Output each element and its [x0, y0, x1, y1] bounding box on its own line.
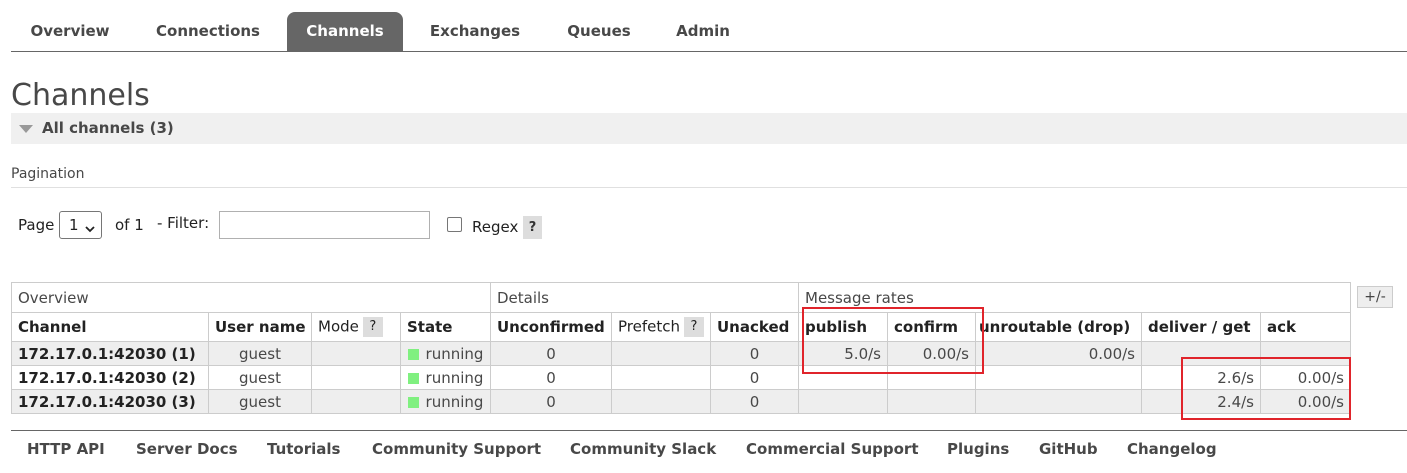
user-name-cell: guest: [208, 341, 312, 366]
ack-rate-cell: 0.00/s: [1260, 365, 1351, 390]
footer-link-tutorials[interactable]: Tutorials: [267, 440, 340, 458]
col-publish[interactable]: publish: [798, 312, 888, 342]
state-label: running: [425, 368, 484, 387]
col-unroutable[interactable]: unroutable (drop): [975, 312, 1142, 342]
unacked-cell: 0: [710, 389, 799, 414]
ack-rate-cell: [1260, 341, 1351, 366]
state-cell: running: [400, 389, 491, 414]
publish-rate-cell: [798, 365, 888, 390]
tab-channels[interactable]: Channels: [287, 12, 403, 51]
unconfirmed-cell: 0: [490, 341, 612, 366]
confirm-rate-cell: [887, 365, 976, 390]
regex-label: Regex: [472, 218, 519, 236]
unacked-cell: 0: [710, 341, 799, 366]
tab-connections[interactable]: Connections: [143, 12, 273, 51]
footer-link-commercial-support[interactable]: Commercial Support: [746, 440, 919, 458]
col-prefetch[interactable]: Prefetch?: [611, 312, 711, 342]
col-mode[interactable]: Mode?: [311, 312, 401, 342]
col-mode-label: Mode: [318, 317, 359, 336]
channel-link[interactable]: 172.17.0.1:42030 (1): [11, 341, 209, 366]
top-nav: Overview Connections Channels Exchanges …: [11, 12, 1407, 52]
table-row: 172.17.0.1:42030 (2) guest running 0 0 2…: [11, 365, 1351, 390]
page-of-label: of 1: [115, 216, 144, 234]
prefetch-cell: [611, 365, 711, 390]
state-cell: running: [400, 365, 491, 390]
table-row: 172.17.0.1:42030 (1) guest running 0 0 5…: [11, 341, 1351, 366]
col-deliver-get[interactable]: deliver / get: [1141, 312, 1261, 342]
state-cell: running: [400, 341, 491, 366]
deliver-rate-cell: [1141, 341, 1261, 366]
mode-help-button[interactable]: ?: [362, 317, 383, 337]
col-user-name[interactable]: User name: [208, 312, 312, 342]
unroutable-rate-cell: [975, 365, 1142, 390]
unconfirmed-cell: 0: [490, 365, 612, 390]
channel-link[interactable]: 172.17.0.1:42030 (3): [11, 389, 209, 414]
channel-link[interactable]: 172.17.0.1:42030 (2): [11, 365, 209, 390]
tab-queues[interactable]: Queues: [553, 12, 645, 51]
footer-link-github[interactable]: GitHub: [1039, 440, 1098, 458]
running-status-icon: [407, 396, 419, 408]
col-channel[interactable]: Channel: [11, 312, 209, 342]
user-name-cell: guest: [208, 365, 312, 390]
running-status-icon: [407, 372, 419, 384]
confirm-rate-cell: 0.00/s: [887, 341, 976, 366]
footer-link-http-api[interactable]: HTTP API: [27, 440, 105, 458]
ack-rate-cell: 0.00/s: [1260, 389, 1351, 414]
group-overview: Overview: [11, 282, 491, 313]
prefetch-cell: [611, 389, 711, 414]
footer-link-server-docs[interactable]: Server Docs: [136, 440, 238, 458]
page-select[interactable]: 1: [59, 211, 102, 239]
filter-label: - Filter:: [157, 214, 210, 232]
chevron-down-icon: [84, 218, 96, 244]
unacked-cell: 0: [710, 365, 799, 390]
group-details: Details: [490, 282, 799, 313]
footer-link-community-slack[interactable]: Community Slack: [570, 440, 716, 458]
pagination-divider: [11, 187, 1407, 188]
collapse-triangle-icon: [19, 125, 33, 133]
col-prefetch-label: Prefetch: [618, 317, 680, 336]
page-label: Page: [18, 216, 55, 234]
col-unacked[interactable]: Unacked: [710, 312, 799, 342]
pagination-label: Pagination: [11, 166, 85, 182]
unroutable-rate-cell: [975, 389, 1142, 414]
unroutable-rate-cell: 0.00/s: [975, 341, 1142, 366]
deliver-rate-cell: 2.4/s: [1141, 389, 1261, 414]
footer-link-community-support[interactable]: Community Support: [372, 440, 541, 458]
regex-help-button[interactable]: ?: [523, 216, 542, 239]
footer-divider: [11, 430, 1407, 431]
col-state[interactable]: State: [400, 312, 491, 342]
publish-rate-cell: 5.0/s: [798, 341, 888, 366]
mode-cell: [311, 365, 401, 390]
mode-cell: [311, 341, 401, 366]
confirm-rate-cell: [887, 389, 976, 414]
deliver-rate-cell: 2.6/s: [1141, 365, 1261, 390]
section-label: All channels (3): [42, 119, 174, 137]
channels-table: Overview Details Message rates Channel U…: [11, 282, 1351, 414]
prefetch-cell: [611, 341, 711, 366]
prefetch-help-button[interactable]: ?: [684, 317, 704, 337]
page-select-value: 1: [69, 216, 79, 234]
running-status-icon: [407, 348, 419, 360]
tab-admin[interactable]: Admin: [663, 12, 743, 51]
publish-rate-cell: [798, 389, 888, 414]
state-label: running: [425, 392, 484, 411]
col-ack[interactable]: ack: [1260, 312, 1351, 342]
unconfirmed-cell: 0: [490, 389, 612, 414]
user-name-cell: guest: [208, 389, 312, 414]
group-message-rates: Message rates: [798, 282, 1351, 313]
footer-link-changelog[interactable]: Changelog: [1127, 440, 1217, 458]
footer-link-plugins[interactable]: Plugins: [947, 440, 1009, 458]
page-title: Channels: [11, 78, 150, 113]
filter-input[interactable]: [219, 211, 430, 239]
col-confirm[interactable]: confirm: [887, 312, 976, 342]
tab-exchanges[interactable]: Exchanges: [417, 12, 533, 51]
column-toggle-button[interactable]: +/-: [1357, 286, 1393, 308]
state-label: running: [425, 344, 484, 363]
regex-checkbox[interactable]: [447, 217, 462, 232]
col-unconfirmed[interactable]: Unconfirmed: [490, 312, 612, 342]
mode-cell: [311, 389, 401, 414]
tab-overview[interactable]: Overview: [11, 12, 129, 51]
all-channels-section-toggle[interactable]: All channels (3): [11, 113, 1407, 144]
table-row: 172.17.0.1:42030 (3) guest running 0 0 2…: [11, 389, 1351, 414]
